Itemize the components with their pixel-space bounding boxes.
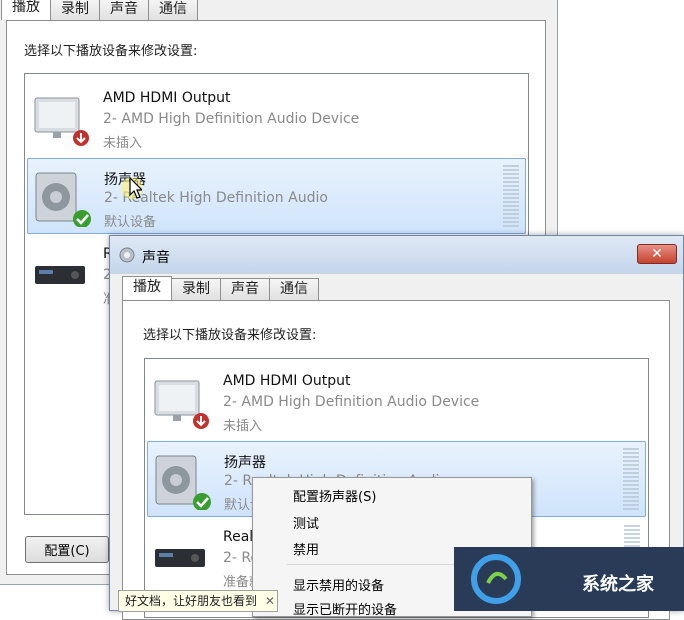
mouse-cursor-icon [121,176,142,199]
back-tab-communications[interactable]: 通信 [148,0,198,20]
share-tooltip: 好文档，让好朋友也看到 ✕ [118,590,278,612]
monitor-icon [154,380,209,429]
tab-recording[interactable]: 录制 [171,278,221,300]
prompt-text: 选择以下播放设备来修改设置: [143,328,317,343]
back-device-hdmi[interactable]: AMD HDMI Output 2- AMD High Definition A… [27,80,526,156]
tab-playback[interactable]: 播放 [122,276,172,300]
device-hdmi[interactable]: AMD HDMI Output 2- AMD High Definition A… [147,363,646,439]
menu-item-configure-speakers[interactable]: 配置扬声器(S) [293,486,376,505]
tab-sounds[interactable]: 声音 [220,278,270,300]
back-tab-recording[interactable]: 录制 [50,0,100,20]
receiver-icon [35,266,85,284]
device-name: AMD HDMI Output [103,90,231,106]
volume-meter [503,165,519,229]
device-driver: 2- AMD High Definition Audio Device [103,111,360,127]
window-title: 声音 [142,250,170,266]
tooltip-text: 好文档，让好朋友也看到 [125,594,258,608]
device-state: 默认设备 [104,215,157,230]
logo-icon [471,554,521,604]
speaker-icon [35,172,91,227]
speaker-app-icon [119,247,135,263]
monitor-icon [34,97,89,146]
device-driver: 2- AMD High Definition Audio Device [223,394,480,410]
back-tab-strip: 播放 录制 声音 通信 [1,0,198,22]
front-tab-strip: 播放 录制 声音 通信 [122,276,319,302]
device-state: 未插入 [223,419,263,434]
tooltip-close-icon[interactable]: ✕ [265,594,275,608]
menu-item-disable[interactable]: 禁用 [293,539,319,558]
receiver-icon [155,549,205,567]
back-tab-sounds[interactable]: 声音 [99,0,149,20]
tab-communications[interactable]: 通信 [269,278,319,300]
title-bar[interactable]: 声音 ✕ [110,236,683,274]
menu-item-test[interactable]: 测试 [293,513,319,532]
close-button[interactable]: ✕ [637,244,677,264]
volume-meter [623,448,639,512]
speaker-icon [155,455,211,510]
back-device-speaker[interactable]: 扬声器 2- Realtek High Definition Audio 默认设… [27,158,526,234]
device-state: 未插入 [103,136,143,151]
menu-item-show-disabled[interactable]: 显示禁用的设备 [293,575,384,594]
menu-item-show-disconnected[interactable]: 显示已断开的设备 [293,599,397,618]
watermark-text: 系统之家 [582,574,654,595]
configure-button[interactable]: 配置(C) [25,536,109,563]
device-name: 扬声器 [224,455,266,471]
back-prompt: 选择以下播放设备来修改设置: [24,44,198,59]
back-tab-playback[interactable]: 播放 [1,0,51,20]
device-name: AMD HDMI Output [223,373,351,389]
